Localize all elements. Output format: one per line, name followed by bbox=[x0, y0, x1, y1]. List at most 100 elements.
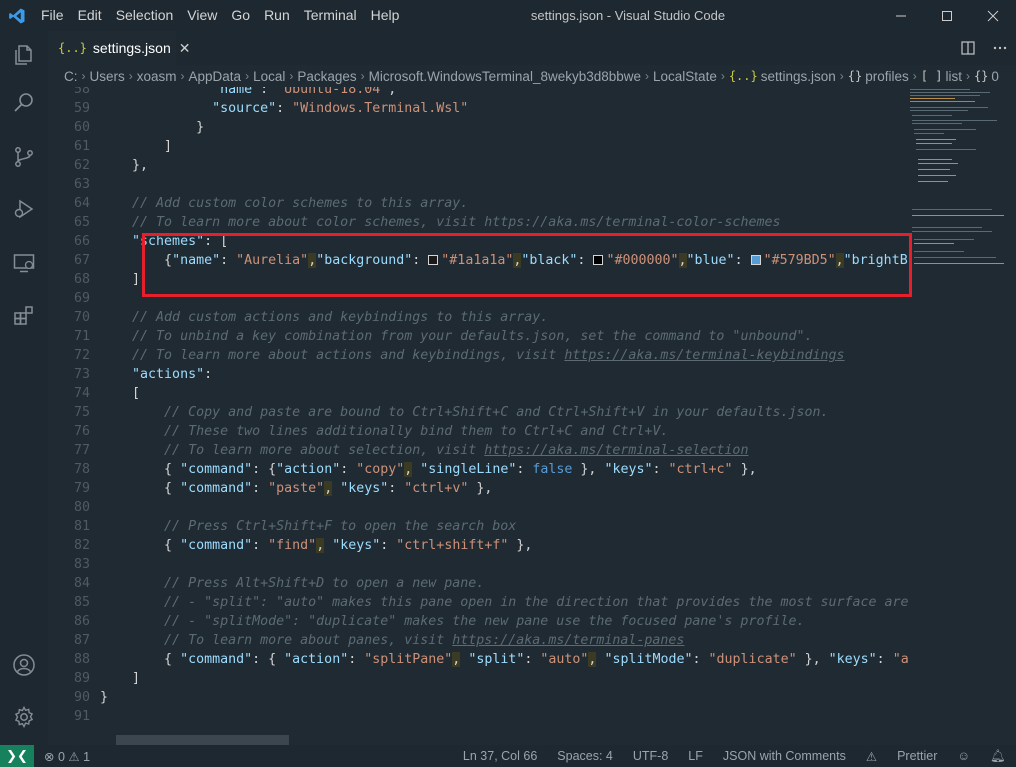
code-line: 91 bbox=[48, 707, 908, 726]
code-line: 73 "actions": bbox=[48, 365, 908, 384]
extensions-icon bbox=[14, 306, 33, 325]
menu-edit[interactable]: Edit bbox=[71, 0, 109, 31]
comment-link[interactable]: https://aka.ms/terminal-selection bbox=[484, 443, 748, 458]
gear-icon bbox=[14, 706, 34, 729]
line-number: 71 bbox=[73, 329, 90, 344]
remote-icon: ❯❮ bbox=[6, 748, 28, 763]
breadcrumb-item[interactable]: Users bbox=[90, 69, 125, 84]
vertical-scrollbar[interactable] bbox=[1008, 87, 1016, 745]
feedback-icon[interactable]: ☺ bbox=[957, 749, 970, 763]
line-number: 82 bbox=[73, 538, 90, 553]
breadcrumb-profiles[interactable]: profiles bbox=[865, 69, 909, 84]
remote-explorer-button[interactable] bbox=[0, 239, 48, 287]
extensions-button[interactable] bbox=[0, 291, 48, 339]
line-number: 79 bbox=[73, 481, 90, 496]
code-line: 70 // Add custom actions and keybindings… bbox=[48, 308, 908, 327]
breadcrumb-item[interactable]: Packages bbox=[297, 69, 356, 84]
json-key: "action" bbox=[276, 462, 341, 477]
menu-view[interactable]: View bbox=[180, 0, 224, 31]
remote-indicator-button[interactable]: ❯❮ bbox=[0, 745, 34, 767]
breadcrumb-item[interactable]: C: bbox=[64, 69, 78, 84]
line-number: 67 bbox=[73, 253, 90, 268]
end-of-line[interactable]: LF bbox=[688, 749, 703, 763]
maximize-button[interactable] bbox=[924, 0, 970, 31]
source-control-button[interactable] bbox=[0, 133, 48, 181]
code-editor[interactable]: 58 "name": "Ubuntu-18.04", 59 "source": … bbox=[48, 87, 908, 745]
explorer-button[interactable] bbox=[0, 31, 48, 79]
line-number: 72 bbox=[73, 348, 90, 363]
more-actions-button[interactable] bbox=[984, 31, 1016, 65]
indentation[interactable]: Spaces: 4 bbox=[557, 749, 613, 763]
run-debug-button[interactable] bbox=[0, 185, 48, 233]
language-mode[interactable]: JSON with Comments bbox=[723, 749, 846, 763]
breadcrumb-item[interactable]: Local bbox=[253, 69, 285, 84]
breadcrumb-index[interactable]: 0 bbox=[991, 69, 999, 84]
code-line: 83 bbox=[48, 555, 908, 574]
tab-close-icon[interactable]: ✕ bbox=[179, 40, 191, 57]
prettier-status[interactable]: Prettier bbox=[897, 749, 937, 763]
json-key: "singleLine" bbox=[420, 462, 517, 477]
code-line: 64 // Add custom color schemes to this a… bbox=[48, 194, 908, 213]
menu-bar: File Edit Selection View Go Run Terminal… bbox=[34, 0, 406, 31]
json-key: "name" bbox=[212, 87, 261, 97]
chevron-right-icon: › bbox=[180, 69, 185, 83]
cursor-position[interactable]: Ln 37, Col 66 bbox=[463, 749, 537, 763]
code-line: 62 }, bbox=[48, 156, 908, 175]
code-line: 72 // To learn more about actions and ke… bbox=[48, 346, 908, 365]
menu-terminal[interactable]: Terminal bbox=[297, 0, 364, 31]
breadcrumb-item[interactable]: Microsoft.WindowsTerminal_8wekyb3d8bbwe bbox=[369, 69, 641, 84]
minimap[interactable] bbox=[908, 87, 1008, 287]
chevron-right-icon: › bbox=[839, 69, 844, 83]
warning-icon[interactable]: ⚠ bbox=[866, 749, 877, 764]
line-number: 66 bbox=[73, 234, 90, 249]
close-window-button[interactable] bbox=[970, 0, 1016, 31]
menu-run[interactable]: Run bbox=[257, 0, 297, 31]
json-key: "splitMode" bbox=[604, 652, 693, 667]
split-editor-icon bbox=[961, 41, 975, 55]
breadcrumb: C: › Users › xoasm › AppData › Local › Packag… bbox=[48, 65, 1016, 87]
json-file-icon: {..} bbox=[728, 69, 758, 83]
close-icon bbox=[987, 10, 999, 21]
encoding[interactable]: UTF-8 bbox=[633, 749, 668, 763]
bell-icon[interactable]: 🔔︎ bbox=[990, 749, 1006, 764]
breadcrumb-item[interactable]: LocalState bbox=[653, 69, 717, 84]
json-string: "auto" bbox=[540, 652, 589, 667]
minimize-button[interactable] bbox=[878, 0, 924, 31]
menu-selection[interactable]: Selection bbox=[109, 0, 181, 31]
menu-help[interactable]: Help bbox=[364, 0, 407, 31]
accounts-button[interactable] bbox=[0, 641, 48, 689]
editor-actions bbox=[952, 31, 1016, 65]
horizontal-scrollbar[interactable] bbox=[116, 735, 289, 745]
search-button[interactable] bbox=[0, 79, 48, 127]
object-icon: {} bbox=[847, 69, 863, 83]
json-string: "duplicate" bbox=[708, 652, 797, 667]
menu-file[interactable]: File bbox=[34, 0, 71, 31]
json-key: "command" bbox=[180, 538, 253, 553]
window-controls bbox=[878, 0, 1016, 31]
code-comment: // To learn more about color schemes, vi… bbox=[132, 215, 781, 230]
minimize-icon bbox=[896, 15, 906, 16]
json-key: "keys" bbox=[340, 481, 389, 496]
json-key: "keys" bbox=[828, 652, 877, 667]
tab-label: settings.json bbox=[92, 40, 171, 56]
array-icon: [ ] bbox=[920, 69, 943, 83]
split-editor-button[interactable] bbox=[952, 31, 984, 65]
code-line: 76 // These two lines additionally bind … bbox=[48, 422, 908, 441]
breadcrumb-file[interactable]: settings.json bbox=[761, 69, 836, 84]
json-string: "Windows.Terminal.Wsl" bbox=[292, 101, 469, 116]
json-string: "find" bbox=[268, 538, 317, 553]
manage-button[interactable] bbox=[0, 693, 48, 741]
line-number: 69 bbox=[73, 291, 90, 306]
line-number: 60 bbox=[73, 120, 90, 135]
comment-link[interactable]: https://aka.ms/terminal-keybindings bbox=[564, 348, 844, 363]
menu-go[interactable]: Go bbox=[224, 0, 257, 31]
breadcrumb-item[interactable]: AppData bbox=[189, 69, 242, 84]
breadcrumb-list[interactable]: list bbox=[945, 69, 962, 84]
code-line: 77 // To learn more about selection, vis… bbox=[48, 441, 908, 460]
tab-settings-json[interactable]: {..} settings.json ✕ bbox=[48, 31, 190, 65]
breadcrumb-item[interactable]: xoasm bbox=[137, 69, 177, 84]
code-comment: // - "split": "auto" makes this pane ope… bbox=[164, 595, 908, 610]
comment-link[interactable]: https://aka.ms/terminal-panes bbox=[452, 633, 684, 648]
code-line: 74 [ bbox=[48, 384, 908, 403]
problems-indicator[interactable]: ⊗ 0 ⚠ 1 bbox=[44, 749, 90, 764]
